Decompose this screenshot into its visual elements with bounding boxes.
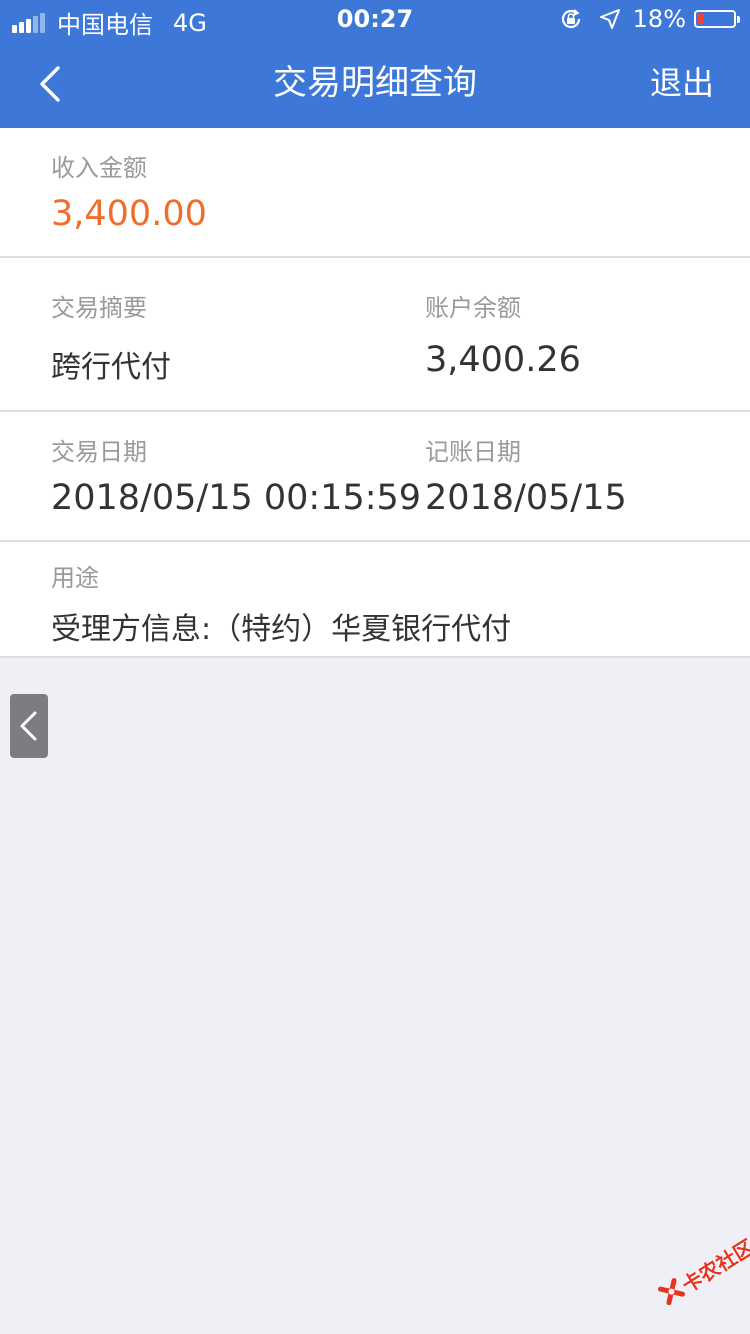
purpose-label: 用途 — [51, 564, 99, 592]
watermark: 卡农社区 — [642, 1223, 750, 1327]
nav-bar: 交易明细查询 退出 — [0, 40, 750, 128]
logout-button[interactable]: 退出 — [650, 60, 714, 106]
purpose-card: 用途 受理方信息:（特约）华夏银行代付 — [0, 542, 750, 658]
income-amount: 3,400.00 — [51, 194, 207, 234]
date-card: 交易日期 2018/05/15 00:15:59 记账日期 2018/05/15 — [0, 412, 750, 542]
trade-date-label: 交易日期 — [51, 438, 147, 466]
balance-value: 3,400.26 — [425, 340, 581, 380]
summary-label: 交易摘要 — [51, 294, 147, 322]
page-title: 交易明细查询 — [273, 63, 477, 103]
balance-label: 账户余额 — [425, 294, 521, 322]
purpose-value: 受理方信息:（特约）华夏银行代付 — [51, 612, 512, 647]
location-icon — [599, 9, 620, 29]
post-date-label: 记账日期 — [425, 438, 521, 466]
rotation-lock-icon — [561, 9, 580, 29]
battery-level — [698, 14, 704, 24]
income-card: 收入金额 3,400.00 — [0, 128, 750, 258]
summary-value: 跨行代付 — [51, 350, 171, 385]
chevron-left-icon — [20, 711, 37, 741]
watermark-text: 卡农社区 — [677, 1234, 750, 1298]
floating-back-button[interactable] — [10, 694, 48, 758]
header: 中国电信 4G 00:27 18% 交易明细查询 退出 — [0, 0, 750, 128]
income-label: 收入金额 — [51, 154, 147, 182]
post-date-value: 2018/05/15 — [425, 478, 627, 518]
status-right: 18% — [559, 5, 740, 33]
battery-icon — [694, 10, 740, 28]
trade-date-value: 2018/05/15 00:15:59 — [51, 478, 422, 518]
summary-card: 交易摘要 跨行代付 账户余额 3,400.26 — [0, 258, 750, 412]
status-bar: 中国电信 4G 00:27 18% — [0, 0, 750, 40]
battery-percent: 18% — [632, 5, 686, 33]
